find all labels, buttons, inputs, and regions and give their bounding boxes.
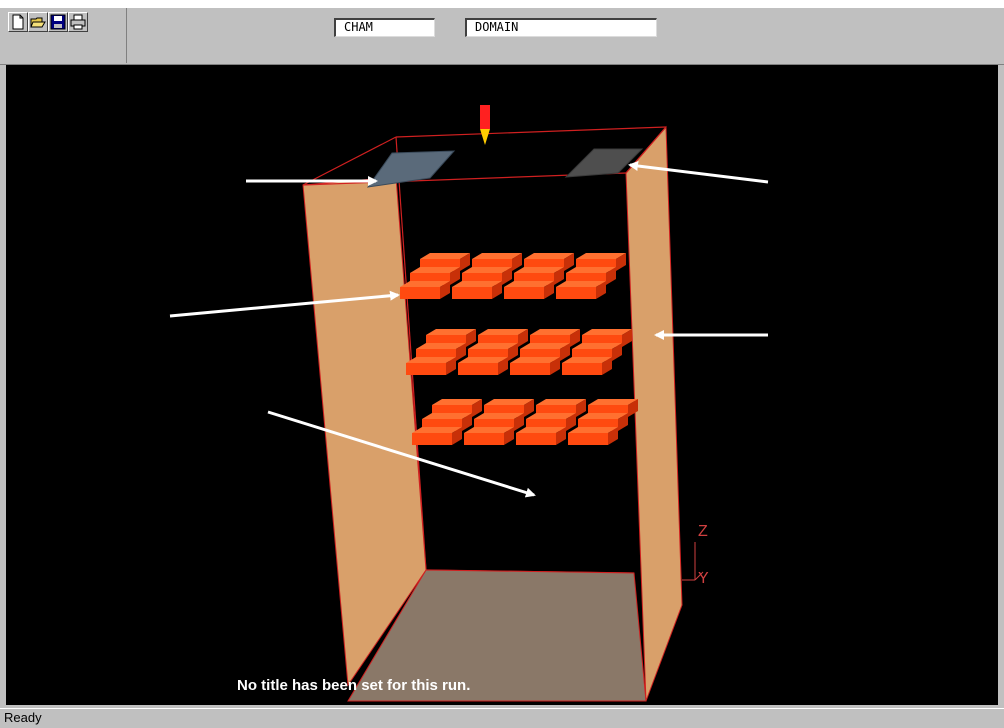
block [400,281,450,299]
inlet-marker [480,105,490,145]
3d-viewport[interactable]: Z Y No title has been set for this run. [6,65,998,705]
heat-source-blocks [400,253,638,445]
print-button[interactable] [68,12,88,32]
print-icon [70,14,86,30]
open-file-button[interactable] [28,12,48,32]
block [516,427,566,445]
new-file-icon [12,14,24,30]
block [504,281,554,299]
toolbar: CHAM DOMAIN [0,8,1004,65]
file-button-group [4,8,127,63]
axis-z-label: Z [698,523,708,540]
view-field-cham[interactable]: CHAM [334,18,435,37]
open-folder-icon [30,17,46,28]
axis-y-label: Y [698,570,709,587]
block [412,427,462,445]
status-text: Ready [4,710,42,725]
save-button[interactable] [48,12,68,32]
view-field-domain[interactable]: DOMAIN [465,18,657,37]
new-file-button[interactable] [8,12,28,32]
domain-scene [169,105,769,702]
status-bar: Ready [0,708,1004,728]
block [464,427,514,445]
block [568,427,618,445]
block [510,357,560,375]
block [458,357,508,375]
run-title: No title has been set for this run. [237,677,471,694]
block [406,357,456,375]
block [562,357,612,375]
vent-left [366,150,456,188]
block [452,281,502,299]
save-disk-icon [50,14,66,30]
block [556,281,606,299]
window-top-edge [0,0,1004,8]
